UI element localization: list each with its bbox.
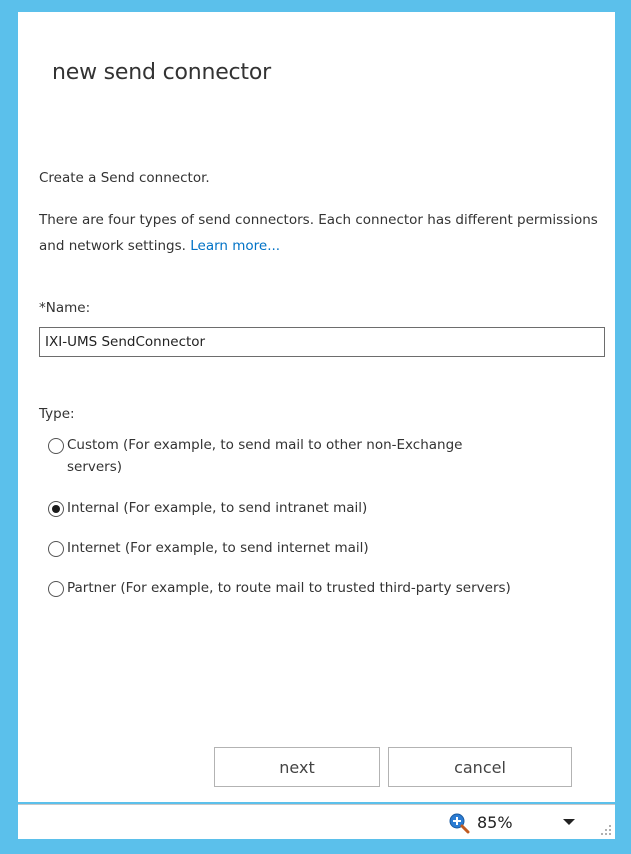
radio-option-custom[interactable]: Custom (For example, to send mail to oth…: [48, 436, 517, 478]
next-button[interactable]: next: [214, 747, 380, 787]
learn-more-link[interactable]: Learn more...: [190, 238, 280, 254]
name-input[interactable]: [39, 327, 605, 357]
radio-option-internet[interactable]: Internet (For example, to send internet …: [48, 539, 517, 559]
description-text: There are four types of send connectors.…: [39, 207, 599, 259]
radio-button-internal[interactable]: [48, 501, 64, 517]
radio-label-partner: Partner (For example, to route mail to t…: [67, 580, 511, 596]
dialog-content: new send connector Create a Send connect…: [18, 12, 615, 802]
radio-button-custom[interactable]: [48, 438, 64, 454]
status-bar: 85%: [18, 804, 615, 839]
description-body: There are four types of send connectors.…: [39, 212, 598, 254]
dialog-title: new send connector: [52, 60, 271, 85]
name-label: *Name:: [39, 300, 91, 316]
zoom-level: 85%: [477, 813, 513, 832]
resize-grip-icon[interactable]: [600, 824, 612, 836]
cancel-button[interactable]: cancel: [388, 747, 572, 787]
radio-button-partner[interactable]: [48, 581, 64, 597]
radio-option-partner[interactable]: Partner (For example, to route mail to t…: [48, 579, 517, 599]
zoom-dropdown-icon[interactable]: [563, 819, 575, 825]
radio-label-internal: Internal (For example, to send intranet …: [67, 500, 368, 516]
radio-label-internet: Internet (For example, to send internet …: [67, 540, 369, 556]
radio-label-custom: Custom (For example, to send mail to oth…: [67, 437, 463, 475]
zoom-in-icon[interactable]: [448, 812, 470, 834]
radio-option-internal[interactable]: Internal (For example, to send intranet …: [48, 499, 517, 519]
type-label: Type:: [39, 406, 75, 422]
dialog-window: new send connector Create a Send connect…: [10, 10, 621, 844]
radio-button-internet[interactable]: [48, 541, 64, 557]
intro-text: Create a Send connector.: [39, 170, 210, 186]
